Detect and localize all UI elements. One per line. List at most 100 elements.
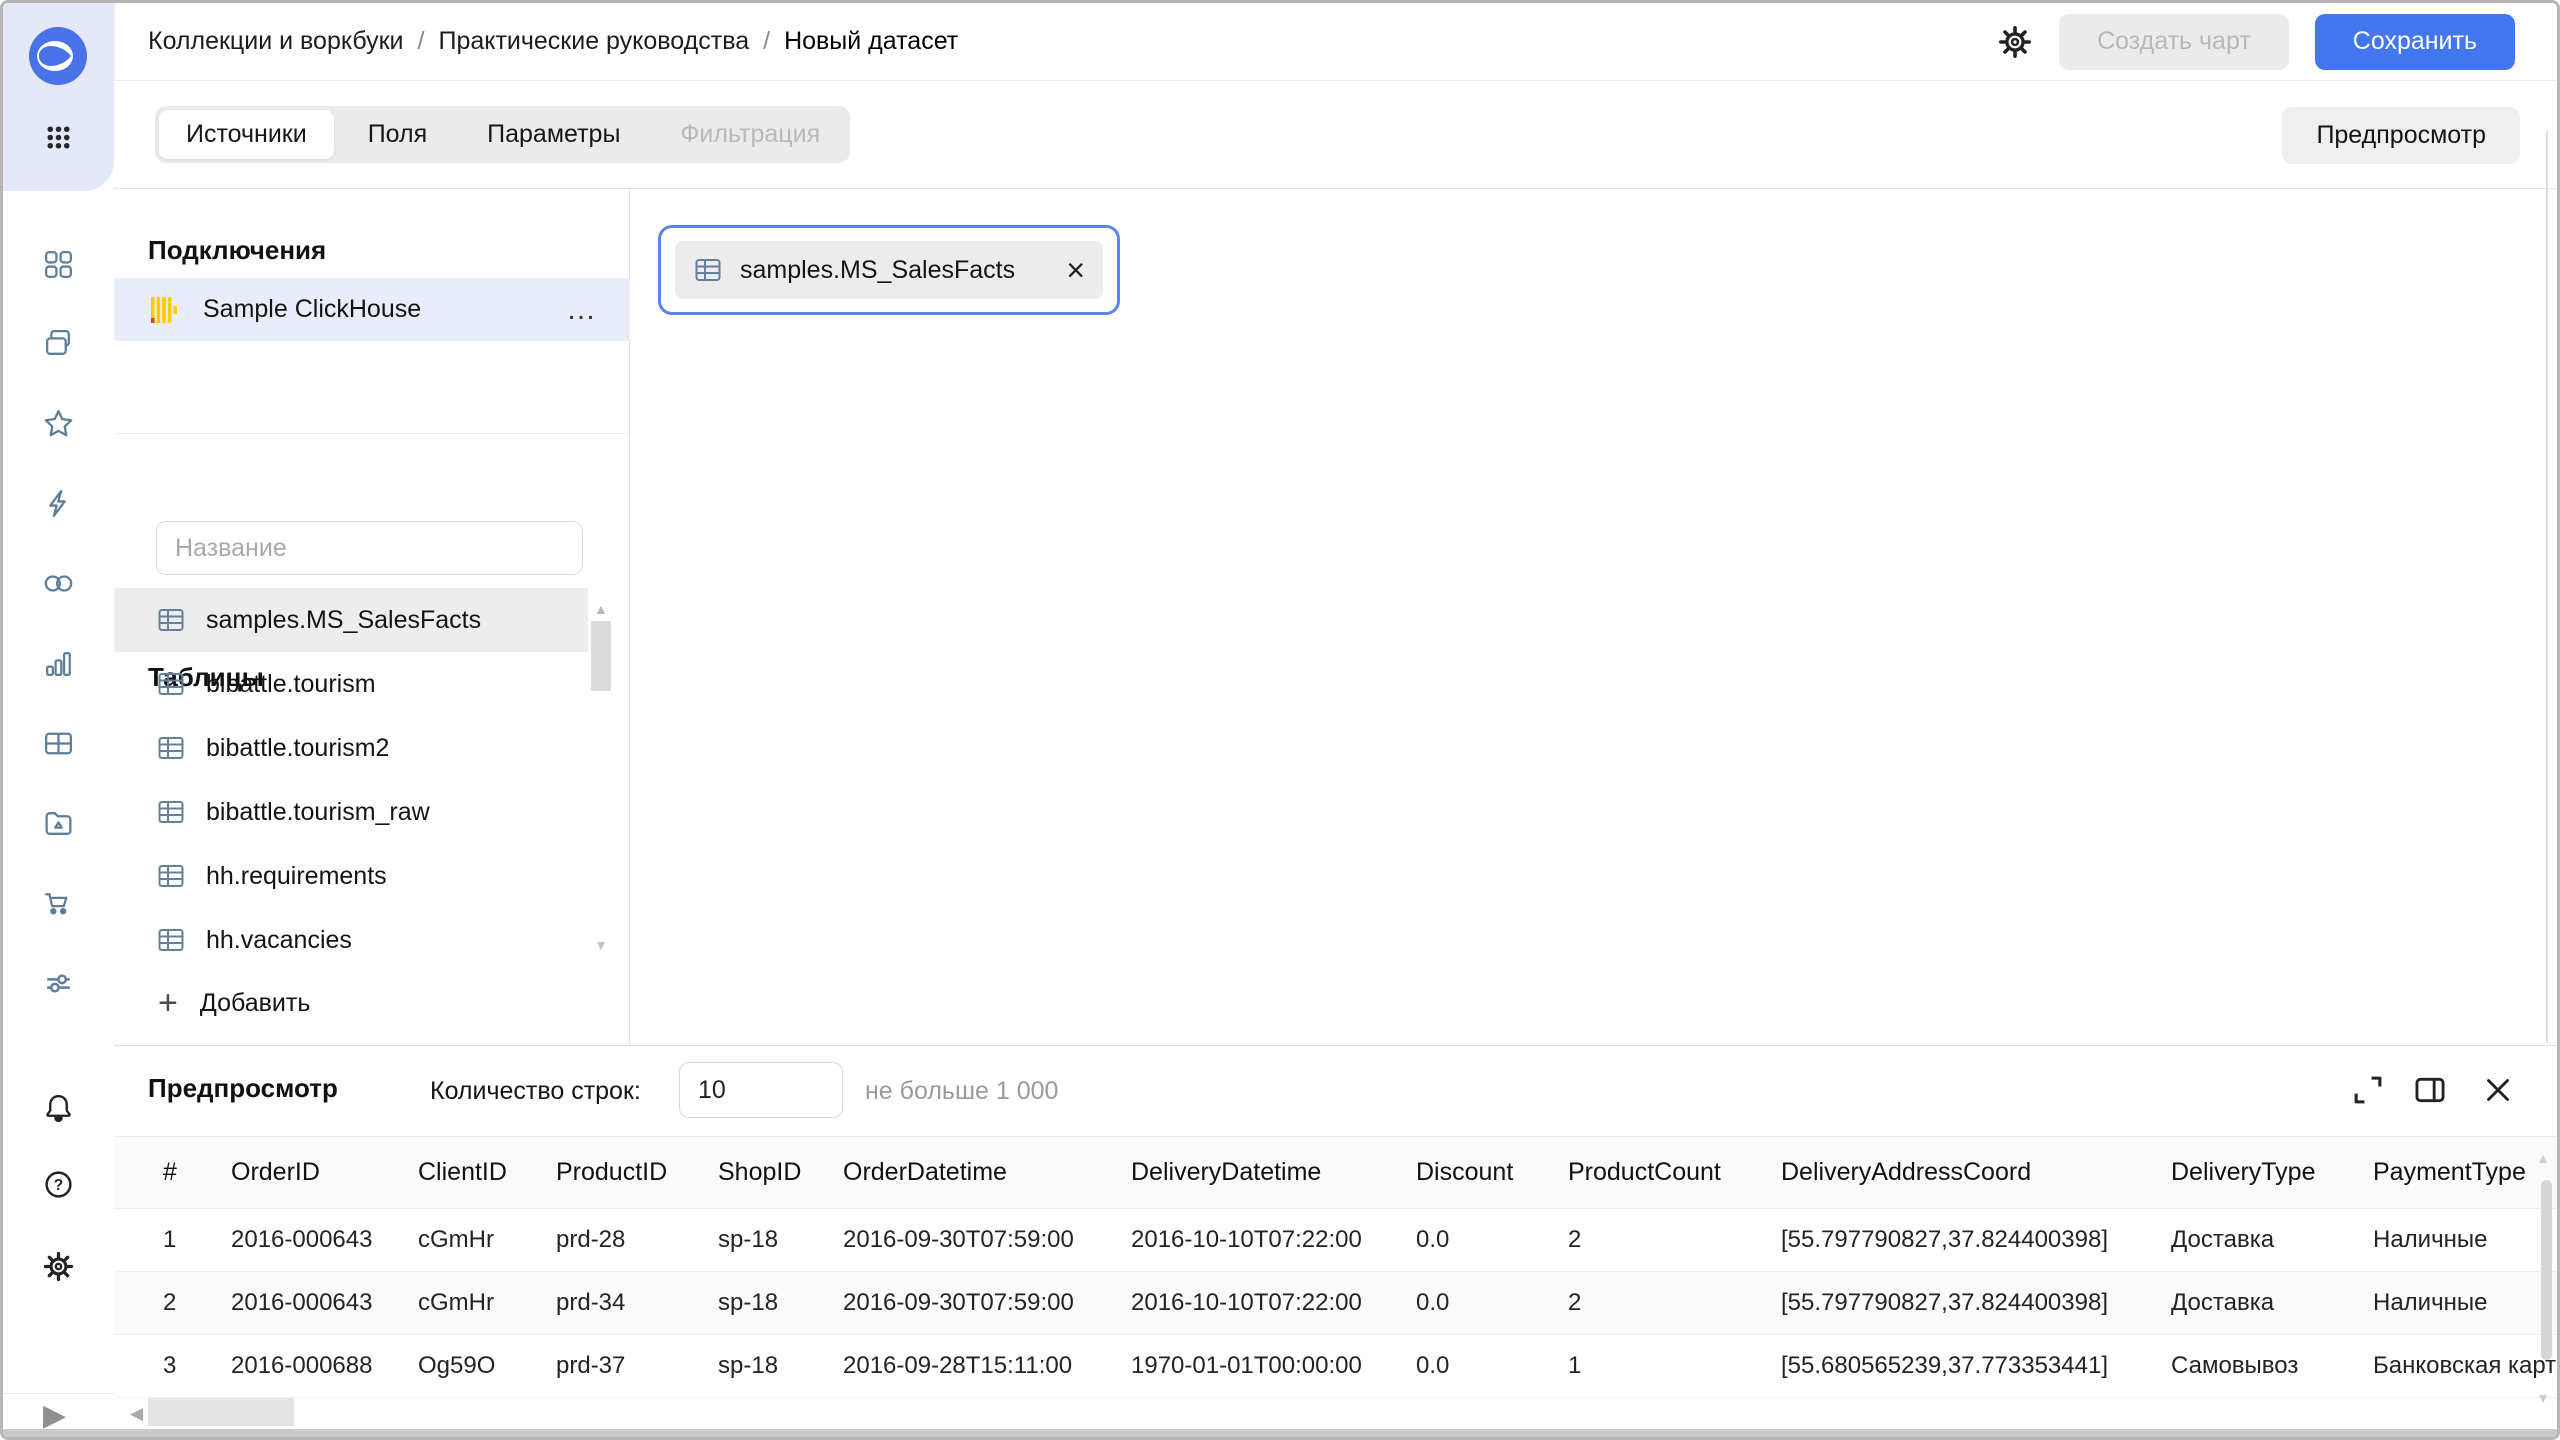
table-search-input[interactable] — [156, 521, 583, 575]
list-scroll-down-icon[interactable]: ▼ — [594, 937, 608, 953]
column-header: ClientID — [418, 1158, 507, 1186]
list-scroll-up-icon[interactable]: ▲ — [594, 601, 608, 617]
vscroll-up-icon[interactable]: ▲ — [2536, 1150, 2550, 1166]
selected-source-chip[interactable]: samples.MS_SalesFacts × — [658, 225, 1120, 315]
sidebar-item-services[interactable] — [42, 967, 75, 1000]
preview-toggle-button[interactable]: Предпросмотр — [2282, 107, 2520, 164]
preview-vscrollbar-thumb[interactable] — [2541, 1180, 2552, 1360]
connection-item[interactable]: Sample ClickHouse … — [114, 278, 630, 341]
row-count-label: Количество строк: — [430, 1077, 641, 1105]
expand-sidebar-button[interactable]: ▶ — [43, 1399, 66, 1433]
column-header: DeliveryAddressCoord — [1781, 1158, 2032, 1186]
datalens-logo-icon[interactable] — [29, 27, 87, 85]
cell: sp-18 — [718, 1289, 779, 1316]
cell: 0.0 — [1416, 1289, 1450, 1316]
sidebar-item-collections[interactable] — [42, 248, 75, 281]
breadcrumb-item-1[interactable]: Практические руководства — [438, 27, 749, 56]
preview-title: Предпросмотр — [148, 1073, 338, 1103]
cell: 2016-000643 — [231, 1226, 373, 1253]
connection-menu-button[interactable]: … — [566, 294, 598, 324]
preview-panel: Предпросмотр Количество строк: не больше… — [114, 1045, 2557, 1436]
tab-fields[interactable]: Поля — [338, 106, 457, 163]
section-divider — [114, 433, 630, 434]
table-name: samples.MS_SalesFacts — [206, 605, 482, 634]
add-table-button[interactable]: + Добавить — [114, 971, 588, 1035]
sidebar-item-marketplace[interactable] — [42, 887, 75, 920]
cell: Og59O — [418, 1352, 496, 1379]
row-count-input[interactable] — [679, 1062, 843, 1118]
notifications-button[interactable] — [42, 1091, 75, 1124]
cell: Наличные — [2373, 1289, 2488, 1316]
tab-sources[interactable]: Источники — [159, 110, 334, 159]
table-list-item[interactable]: samples.MS_SalesFacts — [114, 588, 588, 652]
vscroll-down-icon[interactable]: ▼ — [2536, 1390, 2550, 1406]
bottom-scrollbar-strip[interactable] — [3, 1429, 2557, 1437]
list-scrollbar-thumb[interactable] — [591, 621, 611, 691]
sidebar-item-favorites[interactable] — [42, 407, 75, 440]
column-header: DeliveryDatetime — [1131, 1158, 1322, 1186]
tables-list: samples.MS_SalesFacts bibattle.tourism bib… — [114, 588, 630, 972]
breadcrumb-item-2[interactable]: Новый датасет — [784, 27, 958, 56]
sidebar-footer-divider — [3, 1393, 114, 1394]
breadcrumb-item-0[interactable]: Коллекции и воркбуки — [148, 27, 404, 56]
sidebar-logo-area — [3, 3, 114, 191]
tab-parameters[interactable]: Параметры — [457, 106, 650, 163]
table-list-item[interactable]: hh.vacancies — [114, 908, 588, 972]
cell: prd-37 — [556, 1352, 626, 1379]
sidebar-item-dashboards[interactable] — [42, 727, 75, 760]
dataset-settings-button[interactable] — [1997, 24, 2033, 60]
top-bar: Коллекции и воркбуки / Практические руково… — [114, 3, 2557, 81]
cell: 2 — [163, 1289, 177, 1316]
cell: 2 — [1568, 1289, 1582, 1316]
cell: [55.680565239,37.773353441] — [1781, 1352, 2108, 1379]
preview-hscrollbar-thumb[interactable] — [148, 1398, 294, 1426]
save-button[interactable]: Сохранить — [2314, 13, 2515, 70]
play-icon: ▶ — [43, 1399, 67, 1432]
source-chip-label: samples.MS_SalesFacts — [740, 255, 1016, 284]
apps-grid-icon[interactable] — [42, 121, 75, 154]
close-icon: × — [1066, 252, 1085, 288]
column-header: ProductID — [556, 1158, 668, 1186]
table-name: hh.vacancies — [206, 925, 352, 954]
preview-close-button[interactable] — [2479, 1071, 2517, 1109]
remove-source-button[interactable]: × — [1066, 252, 1085, 288]
sidebar-item-connections[interactable] — [42, 487, 75, 520]
preview-header: Предпросмотр Количество строк: не больше… — [114, 1046, 2557, 1136]
table-name: hh.requirements — [206, 861, 387, 890]
table-icon — [156, 797, 186, 827]
table-name: bibattle.tourism2 — [206, 733, 390, 762]
table-row: 1 2016-000643 cGmHr prd-28 sp-18 2016-09-30T0… — [114, 1209, 2557, 1272]
hscroll-left-icon[interactable]: ◀ — [130, 1404, 143, 1424]
preview-expand-button[interactable] — [2349, 1071, 2387, 1109]
cell: 2016-10-10T07:22:00 — [1131, 1289, 1362, 1316]
preview-table-header-row: # OrderID ClientID ProductID ShopID OrderDate… — [114, 1136, 2557, 1209]
settings-button[interactable] — [42, 1250, 75, 1283]
table-list-item[interactable]: bibattle.tourism_raw — [114, 780, 588, 844]
table-list-item[interactable]: bibattle.tourism — [114, 652, 588, 716]
cell: 1 — [1568, 1352, 1582, 1379]
connections-title: Подключения — [148, 234, 327, 265]
breadcrumb-separator: / — [763, 27, 771, 55]
sidebar-item-datasets[interactable] — [42, 567, 75, 600]
sidebar-item-workbooks[interactable] — [42, 327, 75, 360]
sidebar-item-storage[interactable] — [42, 807, 75, 840]
tab-filtering[interactable]: Фильтрация — [650, 106, 850, 163]
table-list-item[interactable]: hh.requirements — [114, 844, 588, 908]
table-icon — [693, 255, 723, 285]
create-chart-button[interactable]: Создать чарт — [2059, 13, 2289, 70]
preview-split-view-button[interactable] — [2411, 1071, 2449, 1109]
table-icon — [156, 925, 186, 955]
sidebar-item-charts[interactable] — [42, 647, 75, 680]
datalens-dataset-editor: ? ▶ Коллекции и воркбуки / Практические ру… — [0, 0, 2560, 1440]
canvas-scrollbar[interactable] — [2546, 131, 2548, 1043]
cell: 2016-09-30T07:59:00 — [843, 1289, 1074, 1316]
column-header: ProductCount — [1568, 1158, 1721, 1186]
table-list-item[interactable]: bibattle.tourism2 — [114, 716, 588, 780]
row-count-hint: не больше 1 000 — [865, 1077, 1059, 1105]
breadcrumb: Коллекции и воркбуки / Практические руково… — [148, 27, 958, 56]
cell: 2 — [1568, 1226, 1582, 1253]
cell: 2016-09-30T07:59:00 — [843, 1226, 1074, 1253]
help-button[interactable]: ? — [42, 1168, 75, 1201]
preview-table-body: 1 2016-000643 cGmHr prd-28 sp-18 2016-09-30T0… — [114, 1209, 2557, 1398]
cell: 1 — [163, 1226, 177, 1253]
